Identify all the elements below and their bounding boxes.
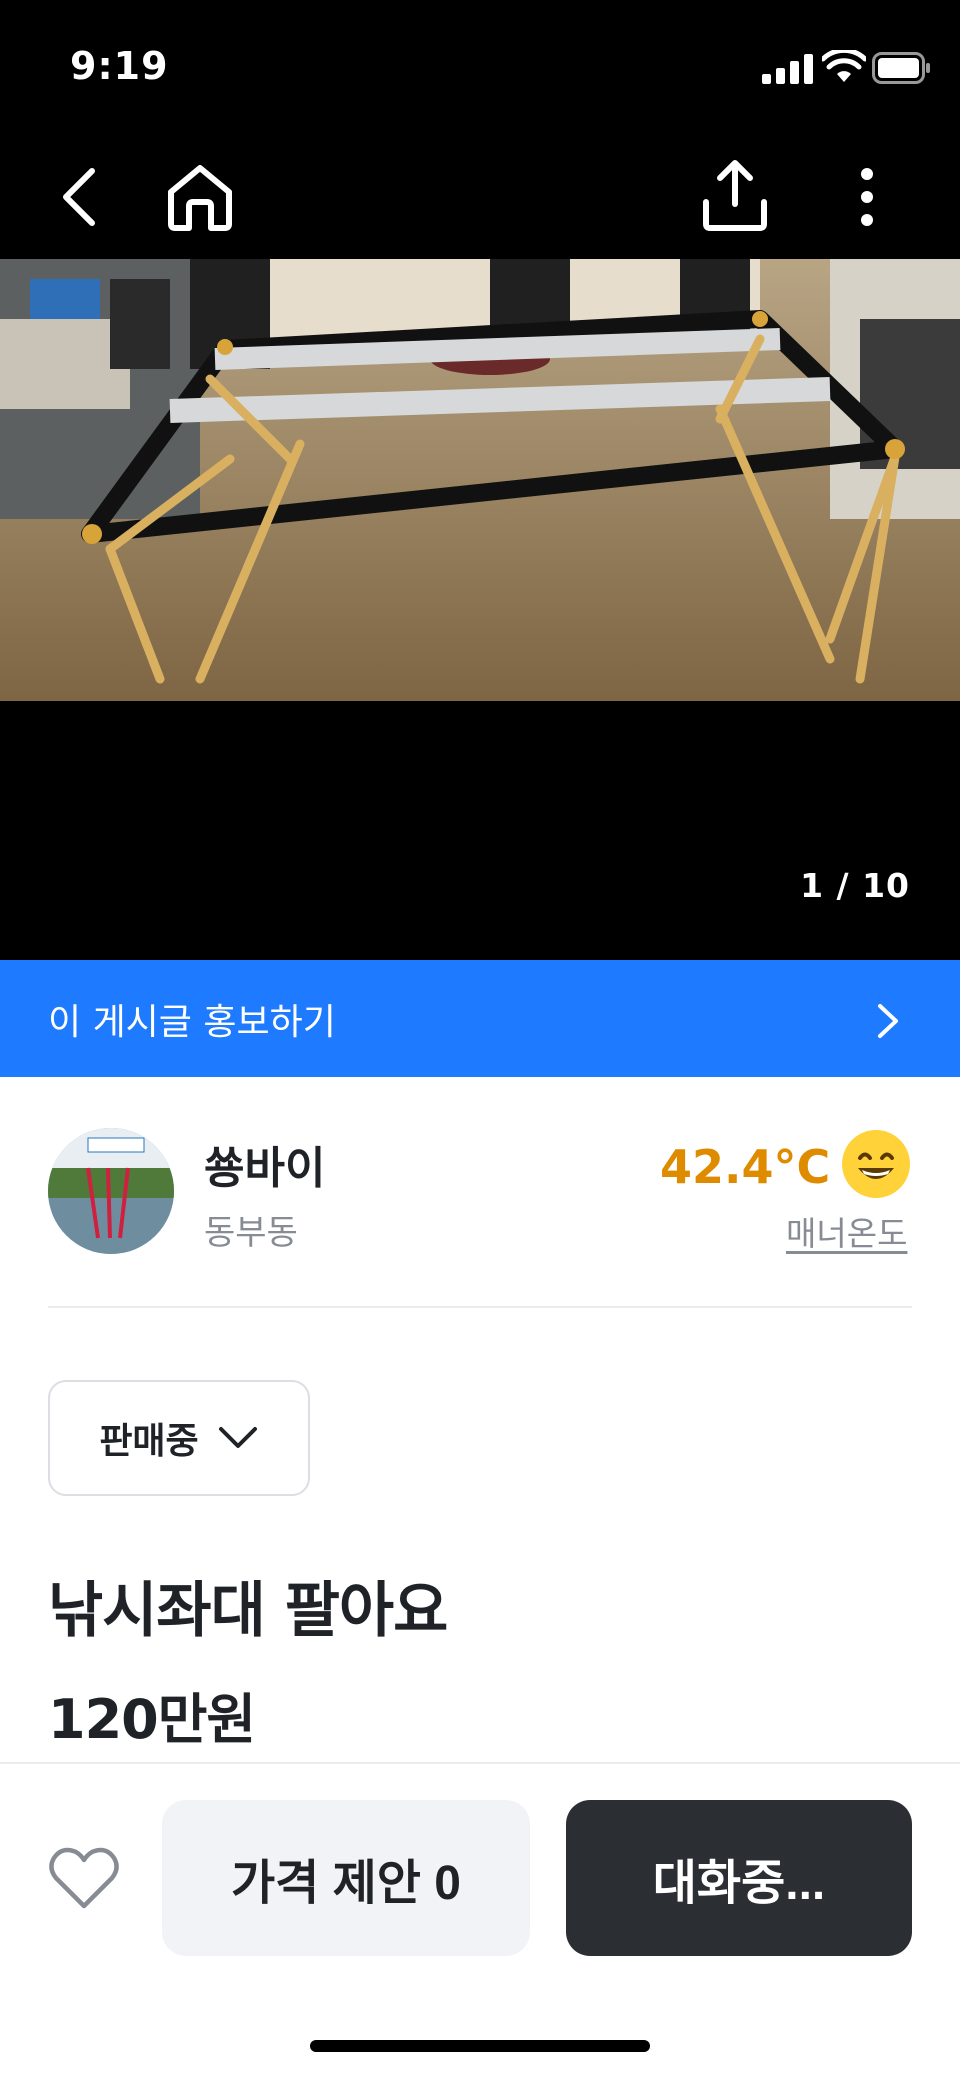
- chat-button[interactable]: 대화중...: [566, 1800, 912, 1956]
- home-indicator: [310, 2040, 650, 2052]
- price-offer-button[interactable]: 가격 제안 0: [162, 1800, 530, 1956]
- chevron-right-icon: [878, 1004, 898, 1038]
- avatar[interactable]: [48, 1128, 174, 1254]
- share-button[interactable]: [695, 155, 775, 235]
- item-title: 낚시좌대 팔아요: [48, 1576, 448, 1646]
- avatar-image: [48, 1128, 174, 1254]
- more-button[interactable]: [827, 157, 907, 237]
- chevron-down-icon: [218, 1427, 257, 1448]
- product-photo-image: [0, 259, 960, 701]
- divider: [48, 1306, 912, 1308]
- wifi-icon: [822, 50, 866, 82]
- sale-status-dropdown[interactable]: 판매중: [48, 1380, 310, 1496]
- photo-counter: 1 / 10: [800, 866, 910, 905]
- status-bar: 9:19: [0, 0, 960, 130]
- home-icon: [168, 165, 232, 231]
- bottom-bar-divider: [0, 1762, 960, 1764]
- share-icon: [703, 160, 767, 231]
- promote-label: 이 게시글 홍보하기: [48, 1002, 336, 1043]
- product-photo[interactable]: [0, 259, 960, 701]
- price-offer-label: 가격 제안 0: [230, 1857, 461, 1910]
- battery-icon: [872, 52, 930, 84]
- sale-status-label: 판매중: [99, 1421, 199, 1462]
- manner-temperature: 42.4°C: [660, 1140, 831, 1194]
- more-icon: [861, 168, 873, 226]
- item-price: 120만원: [48, 1688, 256, 1751]
- seller-name[interactable]: 쑝바이: [204, 1132, 325, 1196]
- status-time: 9:19: [70, 44, 169, 88]
- signal-icon: [762, 54, 813, 84]
- back-button[interactable]: [40, 157, 120, 237]
- heart-icon[interactable]: [46, 1840, 122, 1916]
- smile-emoji-icon: [842, 1130, 910, 1198]
- manner-temperature-link[interactable]: 매너온도: [786, 1207, 907, 1255]
- seller-location: 동부동: [204, 1213, 298, 1253]
- back-icon: [63, 168, 95, 226]
- chat-label: 대화중...: [652, 1857, 826, 1910]
- home-button[interactable]: [160, 157, 240, 237]
